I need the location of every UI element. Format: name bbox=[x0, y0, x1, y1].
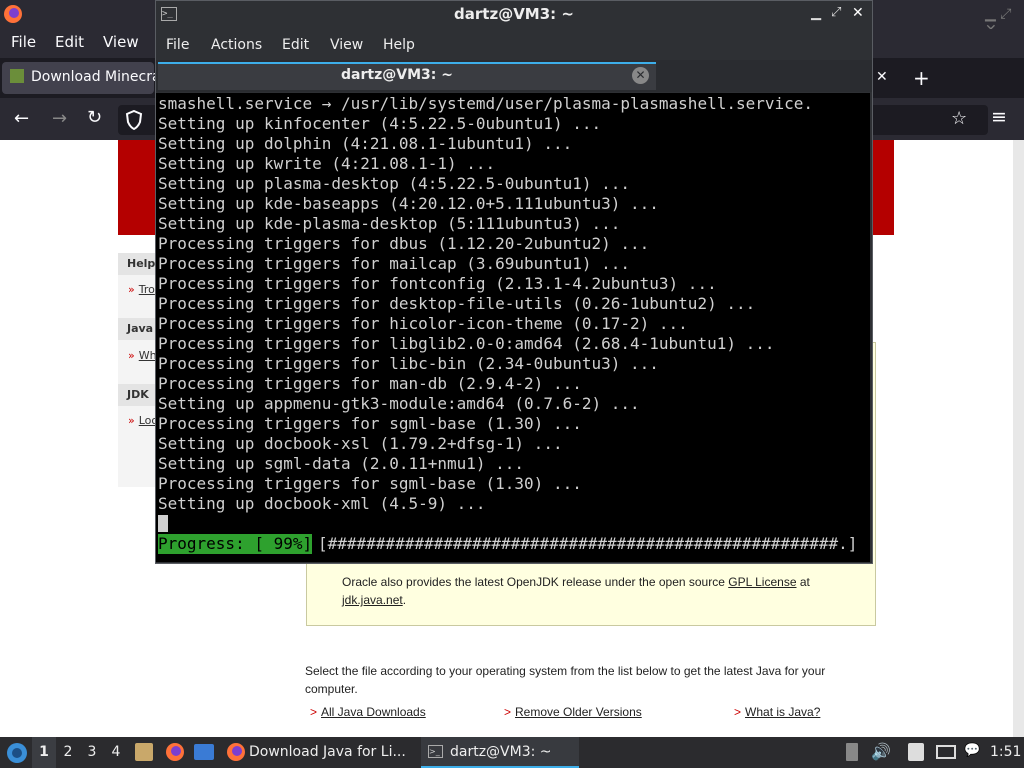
firefox-icon bbox=[4, 5, 22, 23]
terminal-line: Processing triggers for man-db (2.9.4-2)… bbox=[158, 374, 582, 393]
volume-icon[interactable]: 🔊 bbox=[871, 742, 891, 761]
terminal-line: Processing triggers for dbus (1.12.20-2u… bbox=[158, 234, 650, 253]
terminal-output: smashell.service → /usr/lib/systemd/user… bbox=[158, 94, 870, 514]
terminal-line: Setting up kinfocenter (4:5.22.5-0ubuntu… bbox=[158, 114, 602, 133]
workspace-3[interactable]: 3 bbox=[84, 744, 100, 760]
terminal-menubar bbox=[156, 30, 872, 60]
terminal-line: Setting up dolphin (4:21.08.1-1ubuntu1) … bbox=[158, 134, 573, 153]
terminal-line: smashell.service → /usr/lib/systemd/user… bbox=[158, 94, 814, 113]
workspace-1[interactable]: 1 bbox=[36, 744, 52, 760]
terminal-line: Setting up kwrite (4:21.08.1-1) ... bbox=[158, 154, 496, 173]
task-terminal-label: dartz@VM3: ~ bbox=[450, 744, 552, 760]
openjdk-notice: Oracle also provides the latest OpenJDK … bbox=[342, 575, 810, 607]
firefox-launcher-icon[interactable] bbox=[165, 742, 185, 762]
ff-menu-view[interactable]: View bbox=[103, 33, 139, 51]
network-icon[interactable] bbox=[936, 745, 956, 759]
file-manager-icon[interactable] bbox=[135, 743, 153, 761]
term-menu-help[interactable]: Help bbox=[383, 37, 415, 53]
link-remove-older-versions[interactable]: > Remove Older Versions bbox=[504, 703, 642, 721]
shield-icon[interactable] bbox=[125, 110, 143, 130]
terminal-cursor bbox=[158, 515, 168, 532]
terminal-line: Setting up plasma-desktop (4:5.22.5-0ubu… bbox=[158, 174, 631, 193]
link-all-java-downloads[interactable]: > All Java Downloads bbox=[310, 703, 426, 721]
terminal-line: Setting up kde-baseapps (4:20.12.0+5.111… bbox=[158, 194, 659, 213]
new-tab-button[interactable]: + bbox=[913, 66, 930, 90]
terminal-line: Processing triggers for libglib2.0-0:amd… bbox=[158, 334, 775, 353]
progress-label: Progress: [ 99%] bbox=[158, 534, 313, 554]
bookmark-star-icon[interactable]: ☆ bbox=[951, 108, 967, 129]
select-instructions: Select the file according to your operat… bbox=[305, 664, 826, 696]
forward-icon[interactable]: → bbox=[52, 108, 67, 129]
close-icon[interactable]: ✕ bbox=[876, 69, 888, 85]
workspace-2[interactable]: 2 bbox=[60, 744, 76, 760]
link-what-is-java[interactable]: > What is Java? bbox=[734, 703, 820, 721]
minecraft-icon bbox=[10, 69, 24, 83]
term-menu-actions[interactable]: Actions bbox=[211, 37, 262, 53]
term-menu-edit[interactable]: Edit bbox=[282, 37, 309, 53]
term-menu-file[interactable]: File bbox=[166, 37, 189, 53]
terminal-task-icon: >_ bbox=[428, 745, 443, 758]
close-window-icon[interactable]: ✕ bbox=[852, 5, 864, 21]
terminal-line: Processing triggers for sgml-base (1.30)… bbox=[158, 474, 582, 493]
jdk-java-net-link[interactable]: jdk.java.net bbox=[342, 593, 403, 607]
terminal-tab-title: dartz@VM3: ~ bbox=[341, 67, 453, 83]
terminal-title: dartz@VM3: ~ bbox=[454, 5, 574, 23]
start-menu-icon[interactable] bbox=[6, 742, 28, 764]
progress-bar: [#######################################… bbox=[318, 534, 858, 553]
task-firefox[interactable]: Download Java for Li... bbox=[249, 744, 406, 760]
maximize-icon[interactable]: ⤢ bbox=[831, 5, 841, 20]
minimize-icon[interactable]: ▁ bbox=[811, 6, 821, 21]
sidebar-link-java[interactable]: » Wh bbox=[128, 349, 157, 362]
terminal-line: Processing triggers for mailcap (3.69ubu… bbox=[158, 254, 631, 273]
sidebar-link-jdk[interactable]: » Loo bbox=[128, 414, 158, 427]
sidebar-link-help[interactable]: » Tro bbox=[128, 283, 155, 296]
workspace-4[interactable]: 4 bbox=[108, 744, 124, 760]
tab-close-icon[interactable]: ✕ bbox=[632, 67, 649, 84]
reload-icon[interactable]: ↻ bbox=[87, 107, 102, 128]
terminal-line: Processing triggers for libc-bin (2.34-0… bbox=[158, 354, 659, 373]
back-icon[interactable]: ← bbox=[14, 108, 29, 129]
ff-menu-edit[interactable]: Edit bbox=[55, 33, 84, 51]
updates-icon[interactable] bbox=[846, 743, 858, 761]
notifications-icon[interactable]: 💬 bbox=[964, 743, 980, 758]
terminal-line: Processing triggers for fontconfig (2.13… bbox=[158, 274, 717, 293]
gpl-license-link[interactable]: GPL License bbox=[728, 575, 796, 589]
show-desktop-icon[interactable] bbox=[194, 744, 214, 760]
terminal-line: Setting up appmenu-gtk3-module:amd64 (0.… bbox=[158, 394, 640, 413]
terminal-line: Processing triggers for sgml-base (1.30)… bbox=[158, 414, 582, 433]
clock[interactable]: 1:51 bbox=[990, 744, 1021, 760]
ff-tab-title: Download Minecra bbox=[31, 69, 161, 85]
clipboard-icon[interactable] bbox=[908, 743, 924, 761]
terminal-line: Setting up kde-plasma-desktop (5:111ubun… bbox=[158, 214, 621, 233]
terminal-line: Processing triggers for desktop-file-uti… bbox=[158, 294, 756, 313]
hamburger-menu-icon[interactable]: ≡ bbox=[991, 106, 1007, 128]
terminal-line: Processing triggers for hicolor-icon-the… bbox=[158, 314, 688, 333]
terminal-line: Setting up docbook-xsl (1.79.2+dfsg-1) .… bbox=[158, 434, 563, 453]
terminal-line: Setting up sgml-data (2.0.11+nmu1) ... bbox=[158, 454, 525, 473]
page-scrollbar[interactable] bbox=[1013, 140, 1024, 737]
term-menu-view[interactable]: View bbox=[330, 37, 363, 53]
ff-menu-file[interactable]: File bbox=[11, 33, 36, 51]
terminal-line: Setting up docbook-xml (4.5-9) ... bbox=[158, 494, 486, 513]
firefox-task-icon bbox=[227, 743, 245, 761]
